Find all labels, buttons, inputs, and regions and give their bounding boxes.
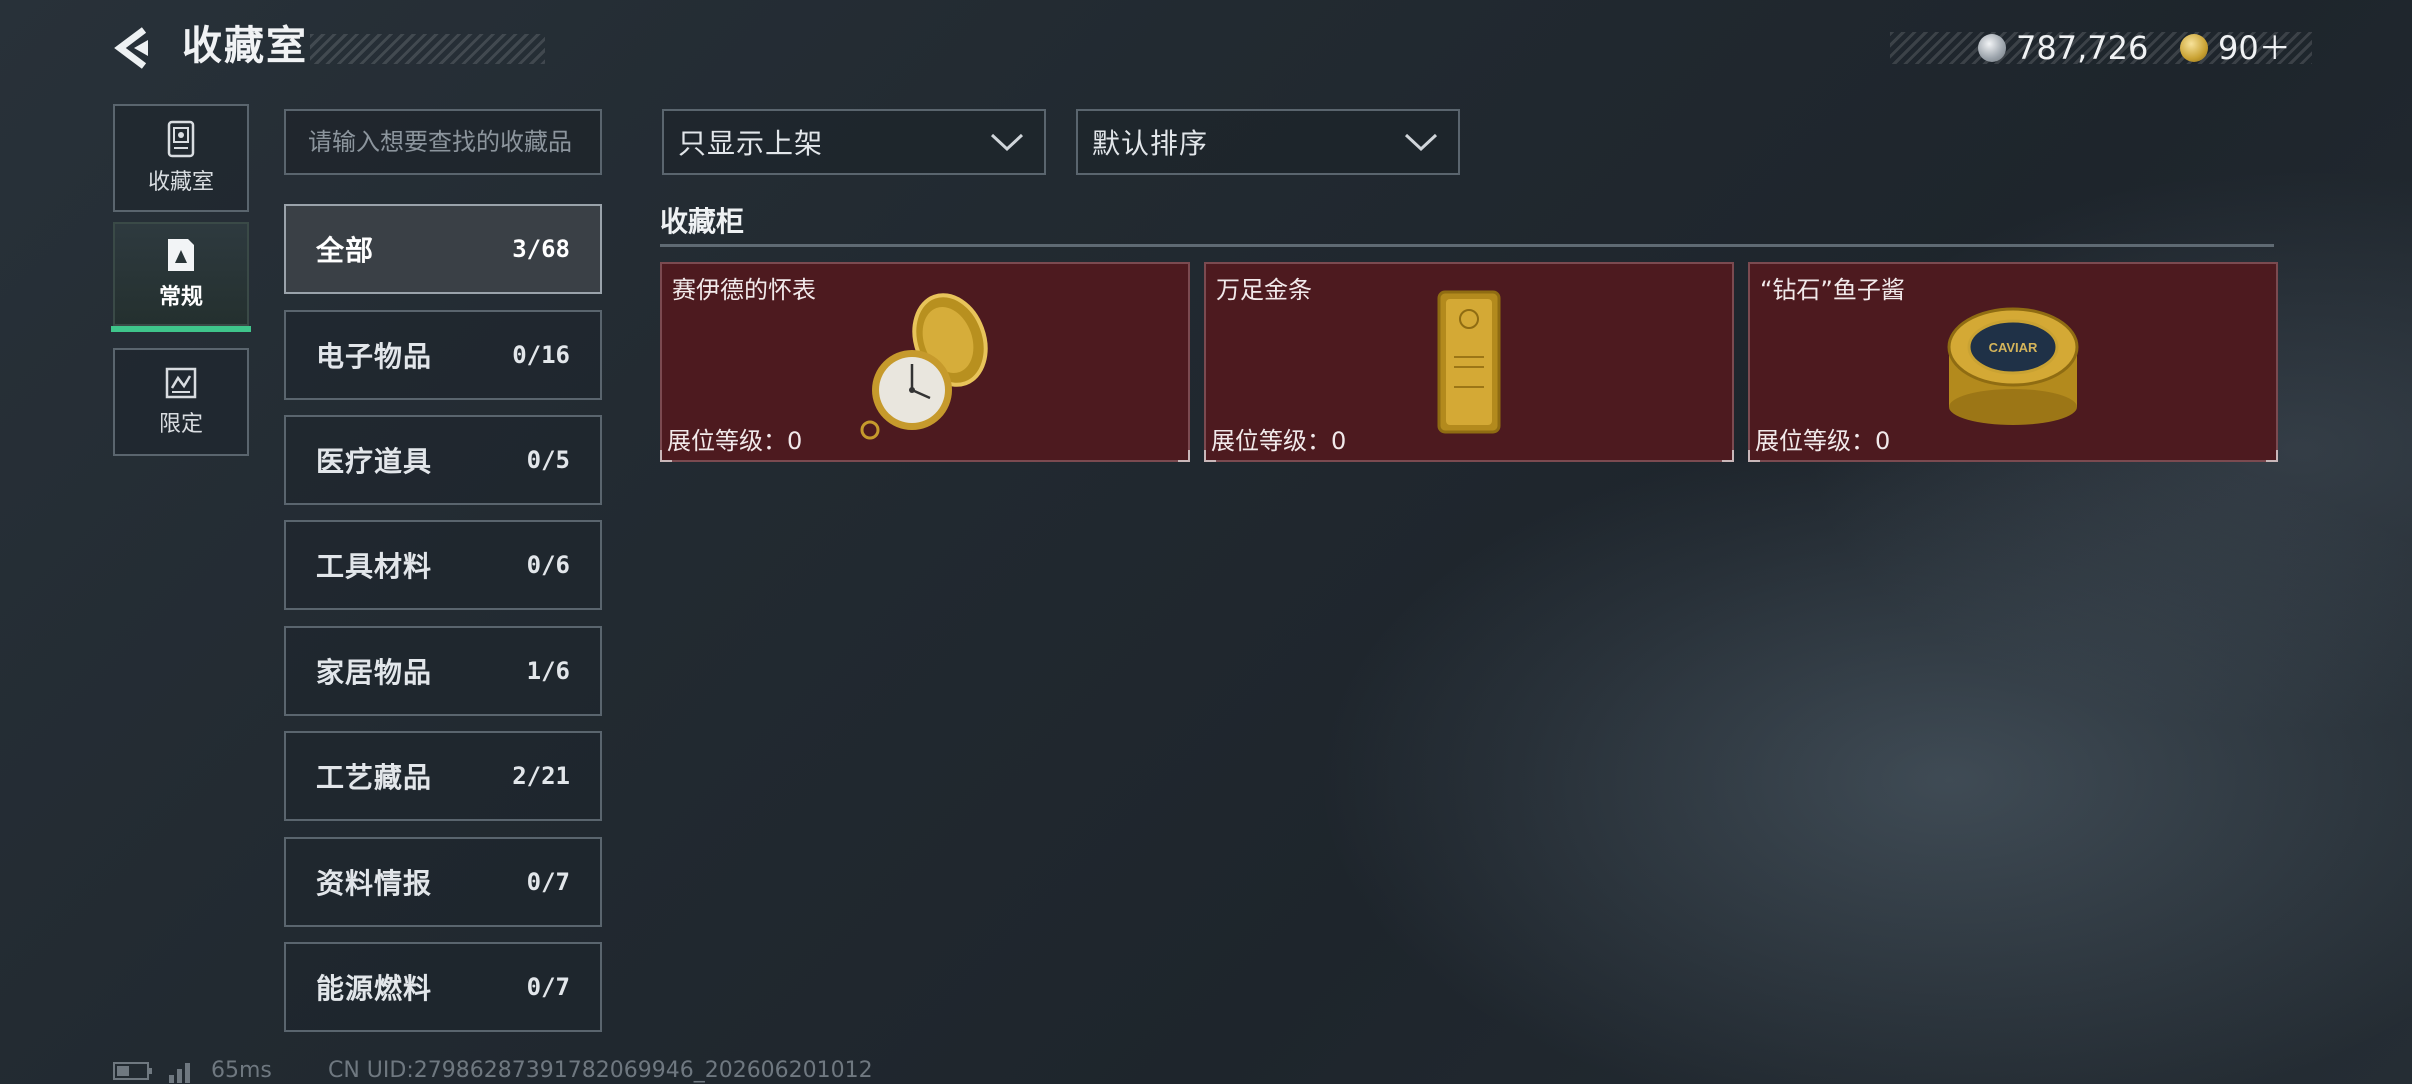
card-corner [1722, 450, 1734, 462]
side-tab-collection-room[interactable]: 收藏室 [113, 104, 249, 212]
chevron-down-icon [990, 133, 1024, 152]
side-tab-regular[interactable]: 常规 [113, 222, 249, 326]
search-input[interactable]: 请输入想要查找的收藏品 [284, 109, 602, 175]
side-tab-limited[interactable]: 限定 [113, 348, 249, 456]
category-name: 工具材料 [316, 550, 433, 583]
section-divider [660, 244, 2274, 247]
category-crafts[interactable]: 工艺藏品 2/21 [284, 731, 602, 821]
category-energy[interactable]: 能源燃料 0/7 [284, 942, 602, 1032]
limited-icon [165, 367, 197, 399]
side-tab-label: 常规 [158, 285, 203, 310]
category-tools[interactable]: 工具材料 0/6 [284, 520, 602, 610]
item-name: 赛伊德的怀表 [672, 276, 816, 304]
category-name: 能源燃料 [316, 972, 433, 1005]
display-filter-dropdown[interactable]: 只显示上架 [662, 109, 1046, 175]
page-title: 收藏室 [182, 23, 308, 69]
card-corner [660, 450, 672, 462]
chevron-down-icon [1404, 133, 1438, 152]
silver-coin-icon [1978, 34, 2006, 62]
category-medical[interactable]: 医疗道具 0/5 [284, 415, 602, 505]
item-card-caviar[interactable]: “钻石”鱼子酱 CAVIAR 展位等级：0 [1748, 262, 2278, 462]
category-name: 工艺藏品 [316, 761, 433, 794]
category-name: 资料情报 [316, 867, 433, 900]
active-tab-indicator [111, 326, 251, 332]
title-decoration [310, 34, 545, 64]
silver-amount: 787,726 [2016, 29, 2149, 67]
category-name: 全部 [316, 234, 375, 267]
item-name: “钻石”鱼子酱 [1760, 276, 1905, 304]
category-intel[interactable]: 资料情报 0/7 [284, 837, 602, 927]
category-count: 0/7 [526, 868, 570, 896]
category-electronics[interactable]: 电子物品 0/16 [284, 310, 602, 400]
side-tab-label: 限定 [158, 412, 203, 437]
item-card-pocket-watch[interactable]: 赛伊德的怀表 展位等级：0 [660, 262, 1190, 462]
category-name: 家居物品 [316, 656, 433, 689]
gold-coin-icon [2180, 34, 2208, 62]
caviar-tin-icon: CAVIAR [1947, 307, 2079, 425]
gold-amount: 90＋ [2218, 29, 2291, 67]
item-name: 万足金条 [1216, 276, 1312, 304]
item-display-level: 展位等级：0 [1755, 427, 1891, 455]
gold-bar-icon [1437, 290, 1501, 434]
item-display-level: 展位等级：0 [1211, 427, 1347, 455]
card-corner [1748, 450, 1760, 462]
currency-silver: 787,726 [1978, 30, 2148, 66]
category-count: 2/21 [512, 762, 570, 790]
category-name: 医疗道具 [316, 445, 433, 478]
cabinet-title: 收藏柜 [660, 205, 745, 238]
category-count: 0/7 [526, 973, 570, 1001]
category-count: 0/5 [526, 446, 570, 474]
status-bar: 65ms [113, 1058, 272, 1083]
sort-dropdown[interactable]: 默认排序 [1076, 109, 1460, 175]
card-corner [1204, 450, 1216, 462]
item-card-gold-bar[interactable]: 万足金条 展位等级：0 [1204, 262, 1734, 462]
back-arrow-icon[interactable] [112, 24, 156, 72]
pocket-watch-icon [860, 293, 988, 440]
item-display-level: 展位等级：0 [667, 427, 803, 455]
ping-value: 65ms [211, 1058, 272, 1083]
category-count: 1/6 [526, 657, 570, 685]
side-tab-label: 收藏室 [147, 170, 214, 195]
category-count: 3/68 [512, 235, 570, 263]
currency-gold[interactable]: 90＋ [2180, 30, 2291, 66]
card-corner [1178, 450, 1190, 462]
battery-icon [113, 1061, 152, 1080]
category-household[interactable]: 家居物品 1/6 [284, 626, 602, 716]
card-corner [2266, 450, 2278, 462]
collection-room-icon [167, 120, 195, 158]
category-count: 0/6 [526, 551, 570, 579]
caviar-label: CAVIAR [1989, 340, 2038, 355]
signal-icon [169, 1062, 190, 1083]
category-all[interactable]: 全部 3/68 [284, 204, 602, 294]
category-name: 电子物品 [316, 340, 433, 373]
category-count: 0/16 [512, 341, 570, 369]
user-uid: CN UID:27986287391782069946_202606201012 [328, 1058, 873, 1083]
dropdown-value: 只显示上架 [678, 127, 824, 160]
regular-icon [168, 239, 194, 271]
dropdown-value: 默认排序 [1092, 127, 1209, 160]
